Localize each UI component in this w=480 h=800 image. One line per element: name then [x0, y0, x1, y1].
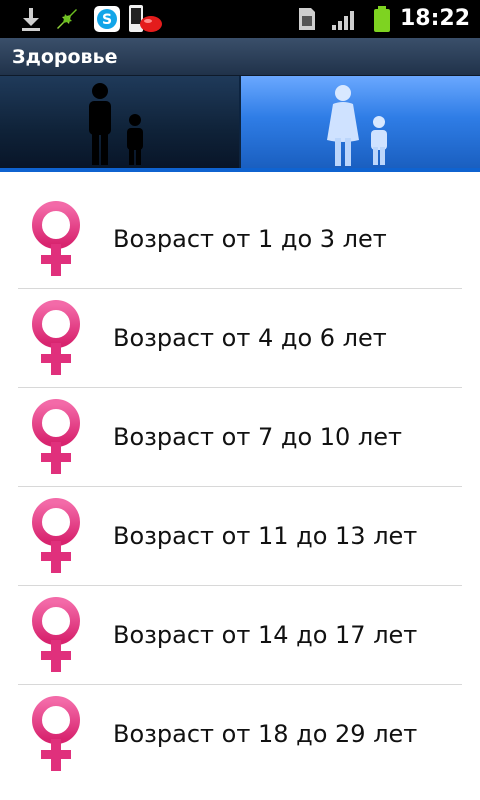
mother-child-silhouette-icon — [327, 85, 387, 166]
tab-adult-with-child[interactable] — [0, 76, 239, 168]
status-bar: S 18:22 — [0, 0, 480, 38]
list-item-2[interactable]: Возраст от 4 до 6 лет — [18, 289, 462, 388]
signal-icon — [330, 4, 360, 34]
status-time: 18:22 — [399, 6, 470, 31]
list-item-3[interactable]: Возраст от 7 до 10 лет — [18, 388, 462, 487]
list-item-1[interactable]: Возраст от 1 до 3 лет — [18, 190, 462, 289]
tab-mother-with-child[interactable] — [241, 76, 480, 168]
list-item-label: Возраст от 7 до 10 лет — [113, 423, 403, 451]
list-item-label: Возраст от 11 до 13 лет — [113, 522, 418, 550]
adult-child-silhouette-icon — [89, 83, 143, 165]
battery-icon — [370, 4, 394, 34]
female-symbol-icon — [32, 201, 80, 276]
sim-card-icon — [296, 4, 318, 34]
tab-selection-indicator — [0, 168, 480, 172]
female-symbol-icon — [32, 597, 80, 672]
list-item-label: Возраст от 4 до 6 лет — [113, 324, 387, 352]
skype-icon: S — [92, 4, 122, 34]
svg-text:S: S — [102, 12, 112, 28]
female-symbol-icon — [32, 498, 80, 573]
app-title-bar: Здоровье — [0, 38, 480, 76]
sync-icon — [52, 4, 82, 34]
page-title: Здоровье — [12, 46, 118, 68]
list-item-4[interactable]: Возраст от 11 до 13 лет — [18, 487, 462, 586]
list-item-6[interactable]: Возраст от 18 до 29 лет — [18, 685, 462, 784]
female-symbol-icon — [32, 300, 80, 375]
female-symbol-icon — [32, 696, 80, 771]
female-symbol-icon — [32, 399, 80, 474]
download-icon — [18, 4, 44, 34]
list-item-label: Возраст от 18 до 29 лет — [113, 720, 418, 748]
list-item-label: Возраст от 1 до 3 лет — [113, 225, 387, 253]
list-item-5[interactable]: Возраст от 14 до 17 лет — [18, 586, 462, 685]
list-item-label: Возраст от 14 до 17 лет — [113, 621, 418, 649]
tab-strip — [0, 76, 480, 172]
phone-notification-icon — [126, 4, 164, 34]
age-range-list: Возраст от 1 до 3 лет Возраст от 4 до 6 … — [18, 190, 462, 784]
